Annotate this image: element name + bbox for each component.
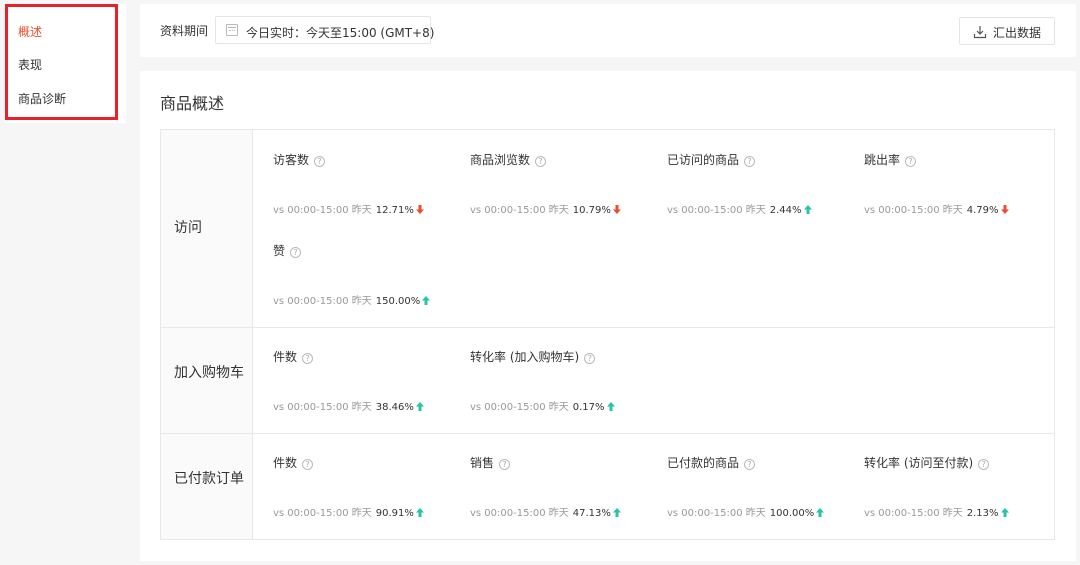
top-bar: 资料期间 今日实时：今天至15:00 (GMT+8) 汇出数据	[140, 4, 1076, 57]
highlight-box	[5, 4, 118, 120]
page-title: 商品概述	[160, 94, 225, 113]
metric-name: 件数	[273, 350, 298, 364]
metric-name: 赞	[273, 244, 286, 258]
metric-pct: 0.17%	[572, 402, 605, 413]
section-label-cell: 加入购物车	[161, 328, 253, 433]
metric-pct: 2.13%	[966, 508, 999, 519]
metric-compare: vs 00:00-15:00 昨天	[667, 508, 766, 519]
help-icon[interactable]: ?	[905, 156, 917, 167]
section-row-paid-orders: 已付款订单 件数? vs 00:00-15:00 昨天 90.91% 销售? vs…	[161, 433, 1054, 539]
help-icon[interactable]: ?	[302, 353, 314, 364]
arrow-down-icon	[1000, 205, 1009, 214]
arrow-up-icon	[606, 402, 615, 411]
calendar-icon	[226, 24, 238, 36]
metric-compare: vs 00:00-15:00 昨天	[273, 205, 372, 216]
metric-name: 转化率 (加入购物车)	[470, 350, 580, 364]
metric-pct: 100.00%	[769, 508, 815, 519]
metric-compare: vs 00:00-15:00 昨天	[470, 402, 569, 413]
metric-name: 转化率 (访问至付款)	[864, 456, 974, 470]
section-row-add-to-cart: 加入购物车 件数? vs 00:00-15:00 昨天 38.46% 转化率 (加…	[161, 327, 1054, 433]
help-icon[interactable]: ?	[744, 459, 756, 470]
overview-panel: 商品概述 访问 访客数? vs 00:00-15:00 昨天 12.71% 商品浏…	[140, 71, 1076, 561]
section-label: 加入购物车	[174, 365, 244, 381]
help-icon[interactable]: ?	[499, 459, 511, 470]
export-label: 汇出数据	[993, 26, 1042, 40]
metric-name: 销售	[470, 456, 495, 470]
period-picker[interactable]: 今日实时：今天至15:00 (GMT+8)	[215, 16, 435, 44]
help-icon[interactable]: ?	[584, 353, 596, 364]
help-icon[interactable]: ?	[535, 156, 547, 167]
metric-compare: vs 00:00-15:00 昨天	[864, 205, 963, 216]
metric-name: 访客数	[273, 153, 310, 167]
metric-pct: 12.71%	[375, 205, 414, 216]
metric-compare: vs 00:00-15:00 昨天	[667, 205, 766, 216]
metric-compare: vs 00:00-15:00 昨天	[470, 508, 569, 519]
metric-pct: 10.79%	[572, 205, 611, 216]
arrow-down-icon	[612, 205, 621, 214]
section-label: 已付款订单	[174, 471, 244, 487]
download-icon	[973, 26, 987, 39]
export-button[interactable]: 汇出数据	[959, 17, 1055, 45]
arrow-down-icon	[415, 205, 424, 214]
metric-name: 商品浏览数	[470, 153, 531, 167]
metric-name: 件数	[273, 456, 298, 470]
arrow-up-icon	[612, 508, 621, 517]
arrow-up-icon	[415, 402, 424, 411]
arrow-up-icon	[816, 508, 825, 517]
metric-pct: 38.46%	[375, 402, 414, 413]
section-label: 访问	[174, 220, 202, 236]
section-label-cell: 访问	[161, 130, 253, 327]
help-icon[interactable]: ?	[978, 459, 990, 470]
arrow-up-icon	[803, 205, 812, 214]
help-icon[interactable]: ?	[302, 459, 314, 470]
metric-name: 已访问的商品	[667, 153, 740, 167]
metric-compare: vs 00:00-15:00 昨天	[273, 296, 372, 307]
help-icon[interactable]: ?	[744, 156, 756, 167]
metric-compare: vs 00:00-15:00 昨天	[273, 402, 372, 413]
arrow-up-icon	[415, 508, 424, 517]
arrow-up-icon	[1000, 508, 1009, 517]
section-label-cell: 已付款订单	[161, 434, 253, 539]
metric-pct: 150.00%	[375, 296, 421, 307]
metric-compare: vs 00:00-15:00 昨天	[273, 508, 372, 519]
arrow-up-icon	[422, 296, 431, 305]
section-row-visits: 访问 访客数? vs 00:00-15:00 昨天 12.71% 商品浏览数? v…	[161, 130, 1054, 327]
help-icon[interactable]: ?	[290, 247, 302, 258]
metric-pct: 47.13%	[572, 508, 611, 519]
period-value: 今日实时：今天至15:00 (GMT+8)	[246, 26, 435, 40]
metric-pct: 4.79%	[966, 205, 999, 216]
metric-pct: 2.44%	[769, 205, 802, 216]
metric-compare: vs 00:00-15:00 昨天	[864, 508, 963, 519]
period-label: 资料期间	[160, 24, 209, 38]
help-icon[interactable]: ?	[314, 156, 326, 167]
metric-pct: 90.91%	[375, 508, 414, 519]
metric-name: 已付款的商品	[667, 456, 740, 470]
metric-name: 跳出率	[864, 153, 901, 167]
metrics-table: 访问 访客数? vs 00:00-15:00 昨天 12.71% 商品浏览数? v…	[160, 129, 1055, 540]
metric-compare: vs 00:00-15:00 昨天	[470, 205, 569, 216]
